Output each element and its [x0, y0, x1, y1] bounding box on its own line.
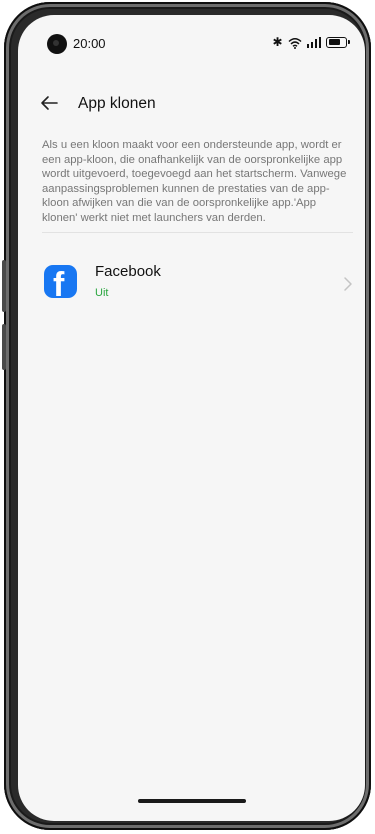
screen: 20:00 ✱ App klonen Als u een kloon maakt…: [18, 15, 365, 821]
camera-cutout: [47, 34, 67, 54]
phone-frame: 20:00 ✱ App klonen Als u een kloon maakt…: [2, 2, 371, 830]
wifi-icon: [287, 36, 302, 49]
bluetooth-icon: ✱: [272, 35, 283, 49]
app-bar: App klonen: [18, 89, 365, 119]
battery-icon: [326, 36, 350, 48]
page-title: App klonen: [78, 95, 156, 112]
status-bar: 20:00 ✱: [18, 15, 365, 61]
signal-icon: [306, 36, 321, 48]
app-clone-status: Uit: [95, 287, 109, 299]
description-text: Als u een kloon maakt voor een ondersteu…: [42, 139, 347, 224]
side-button-top: [2, 260, 6, 312]
app-name: Facebook: [95, 263, 161, 280]
status-time: 20:00: [73, 36, 106, 51]
status-icons: ✱: [272, 35, 350, 49]
arrow-left-icon[interactable]: [40, 95, 58, 111]
divider: [42, 232, 353, 233]
home-indicator[interactable]: [138, 799, 246, 803]
app-row-facebook[interactable]: f Facebook Uit: [32, 253, 362, 317]
facebook-icon-letter: f: [53, 266, 65, 298]
facebook-icon: f: [44, 265, 77, 298]
chevron-right-icon: [342, 275, 354, 293]
side-button-bottom: [2, 324, 6, 370]
